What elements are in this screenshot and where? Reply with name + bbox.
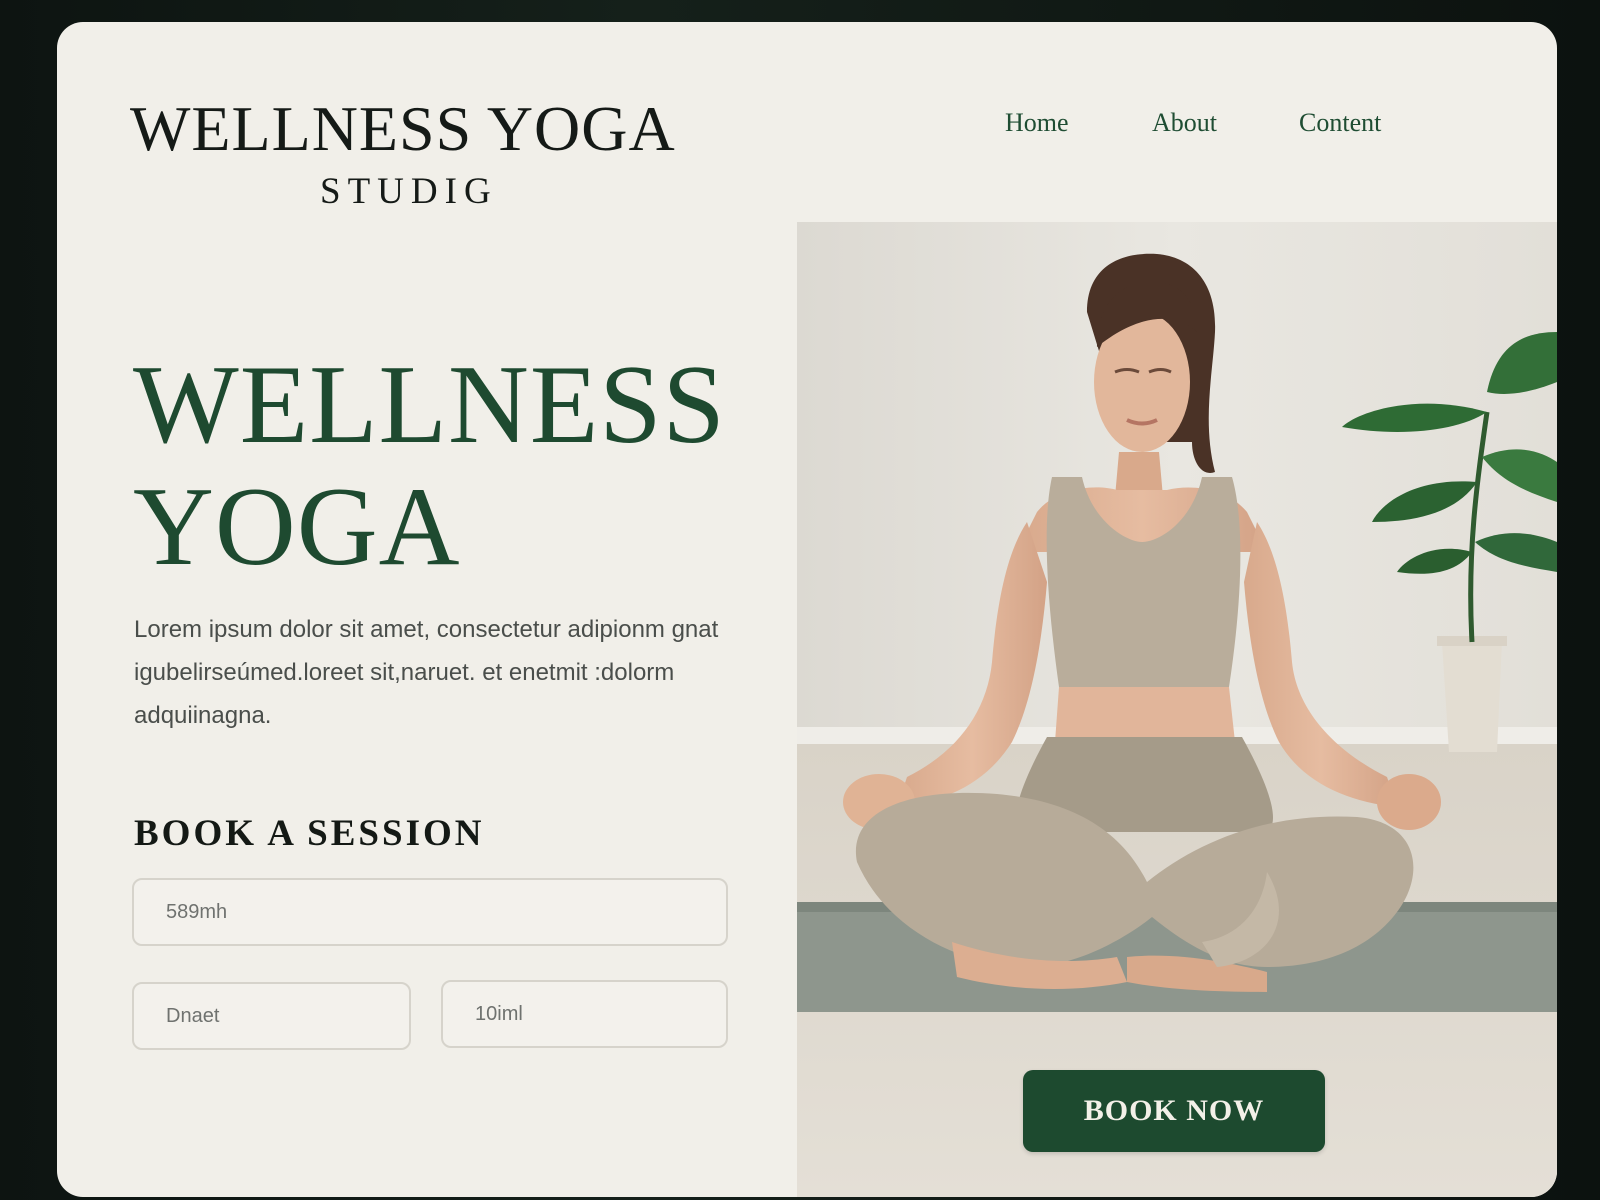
main-nav: Home About Content [57, 108, 1557, 148]
book-now-button[interactable]: BOOK NOW [1023, 1070, 1325, 1152]
hero-description: Lorem ipsum dolor sit amet, consectetur … [134, 616, 719, 729]
hero-photo [797, 222, 1557, 1197]
booking-heading: BOOK A SESSION [134, 813, 485, 854]
booking-field-primary[interactable] [132, 878, 728, 946]
website-screen: WELLNESS YOGA STUDIG Home About Content … [57, 22, 1557, 1197]
brand-subtitle: STUDIG [320, 171, 498, 212]
booking-field-time[interactable] [441, 980, 728, 1048]
hero-title: WELLNESS YOGA [133, 344, 726, 588]
yoga-photo-illustration [797, 222, 1557, 1197]
hero-title-line1: WELLNESS [133, 343, 726, 467]
booking-field-date[interactable] [132, 982, 411, 1050]
hero-title-line2: YOGA [133, 465, 461, 589]
nav-about[interactable]: About [1152, 108, 1217, 138]
nav-content[interactable]: Content [1299, 108, 1381, 138]
nav-home[interactable]: Home [1005, 108, 1069, 138]
